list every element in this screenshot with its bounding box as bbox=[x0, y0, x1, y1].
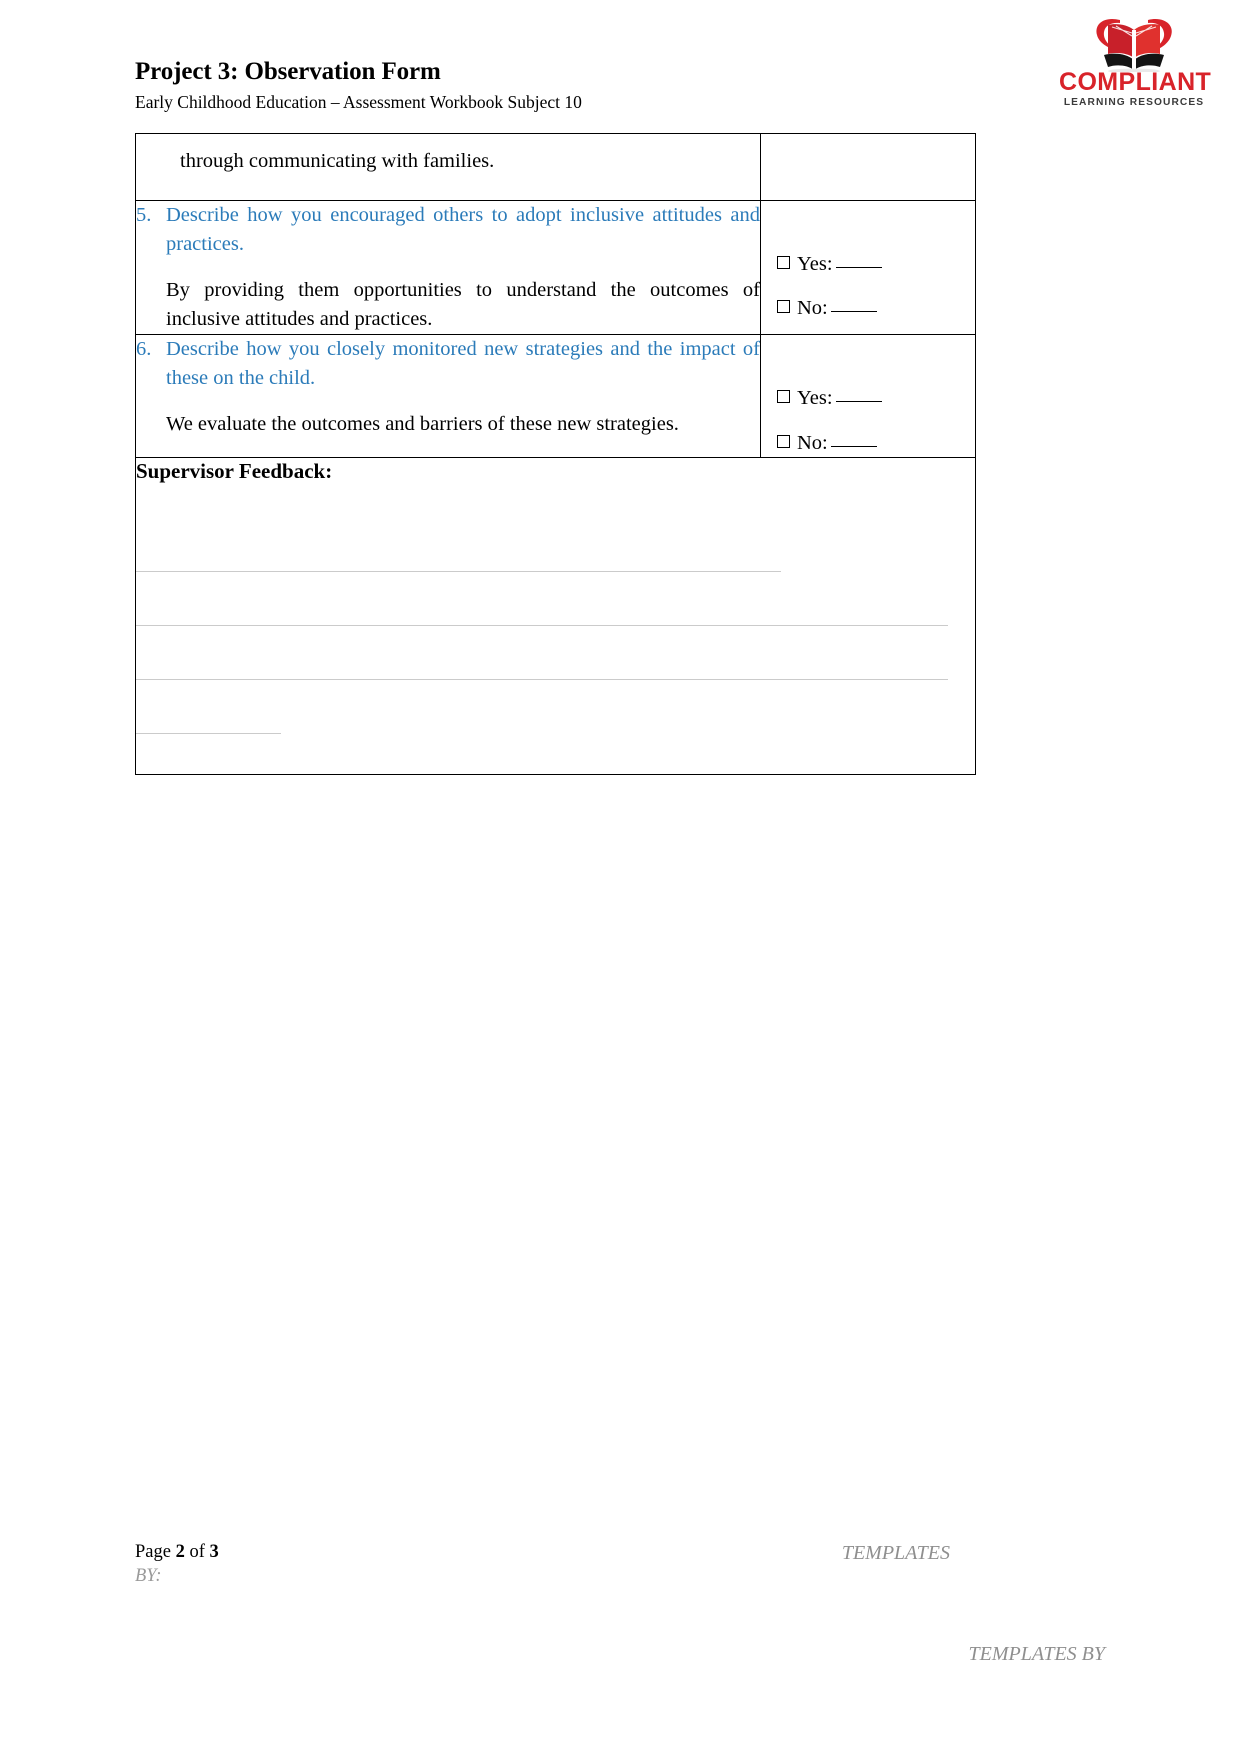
feedback-write-line[interactable] bbox=[136, 518, 781, 572]
checkbox-blank-line-yes[interactable] bbox=[835, 255, 882, 268]
checkbox-icon[interactable] bbox=[777, 300, 790, 314]
checkbox-label-no: No: bbox=[797, 297, 828, 320]
checkbox-label-no: No: bbox=[797, 431, 828, 454]
supervisor-feedback-lines bbox=[136, 518, 975, 734]
checkbox-option-yes-5[interactable]: Yes: bbox=[777, 251, 975, 279]
question-number-5: 5. bbox=[136, 203, 152, 226]
feedback-write-line[interactable] bbox=[136, 572, 948, 626]
checkbox-cell-6: Yes: No: bbox=[760, 334, 976, 459]
checkbox-group-5: Yes: No: bbox=[761, 201, 975, 323]
checkbox-label-yes: Yes: bbox=[797, 387, 833, 410]
logo-wordmark: COMPLIANT bbox=[1059, 68, 1212, 96]
logo-tagline: LEARNING RESOURCES bbox=[1063, 97, 1205, 108]
page-header: Project 3: Observation Form Early Childh… bbox=[0, 0, 1241, 125]
footer-by-label: BY: bbox=[135, 1566, 162, 1586]
checkbox-icon[interactable] bbox=[777, 390, 790, 404]
checkbox-cell-5: Yes: No: bbox=[760, 199, 976, 336]
checkbox-option-no-6[interactable]: No: bbox=[777, 430, 975, 458]
table-row-continuation: through communicating with families. bbox=[135, 133, 976, 201]
question-cell-6: 6. Describe how you closely monitored ne… bbox=[135, 334, 761, 459]
continuation-cell: through communicating with families. bbox=[135, 133, 761, 201]
checkbox-blank-line-no[interactable] bbox=[830, 434, 877, 447]
table-row-supervisor-feedback: Supervisor Feedback: bbox=[135, 457, 976, 776]
footer-templates-label: TEMPLATES bbox=[841, 1542, 950, 1564]
page-current: 2 bbox=[175, 1542, 185, 1562]
checkbox-icon[interactable] bbox=[777, 434, 790, 448]
page-total: 3 bbox=[209, 1542, 219, 1562]
page-subtitle: Early Childhood Education – Assessment W… bbox=[135, 91, 582, 112]
feedback-write-line[interactable] bbox=[136, 626, 948, 680]
checkbox-group-6: Yes: No: bbox=[761, 335, 975, 457]
feedback-write-line[interactable] bbox=[136, 680, 281, 734]
page-footer: Page 2 of 3 BY: TEMPLATES bbox=[135, 1540, 1105, 1600]
question-text-6: Describe how you closely monitored new s… bbox=[166, 338, 760, 390]
header-text-block: Project 3: Observation Form Early Childh… bbox=[135, 58, 582, 114]
page-label: Page bbox=[135, 1542, 171, 1562]
page-title: Project 3: Observation Form bbox=[135, 58, 441, 85]
continuation-text: through communicating with families. bbox=[180, 150, 495, 172]
supervisor-feedback-cell[interactable]: Supervisor Feedback: bbox=[135, 457, 976, 776]
question-block-5: 5. Describe how you encouraged others to… bbox=[136, 201, 760, 259]
table-row: 5. Describe how you encouraged others to… bbox=[135, 199, 976, 336]
page-of-label: of bbox=[189, 1542, 205, 1562]
checkbox-icon[interactable] bbox=[777, 255, 790, 269]
question-text-5: Describe how you encouraged others to ad… bbox=[166, 203, 760, 255]
checkbox-blank-line-yes[interactable] bbox=[835, 389, 882, 403]
answer-text-5[interactable]: By providing them opportunities to under… bbox=[166, 276, 760, 334]
open-book-logo-icon bbox=[1059, 14, 1209, 72]
answer-text-6[interactable]: We evaluate the outcomes and barriers of… bbox=[166, 410, 760, 439]
continuation-check-cell bbox=[760, 133, 976, 201]
question-number-6: 6. bbox=[136, 338, 152, 361]
checkbox-option-yes-6[interactable]: Yes: bbox=[777, 385, 975, 413]
checkbox-blank-line-no[interactable] bbox=[830, 299, 877, 313]
table-row: 6. Describe how you closely monitored ne… bbox=[135, 334, 976, 459]
footer-templates-by-label: TEMPLATES BY bbox=[968, 1643, 1106, 1665]
page-number-indicator: Page 2 of 3 bbox=[135, 1540, 219, 1564]
observation-form-table: through communicating with families. 5. … bbox=[135, 133, 976, 776]
compliant-learning-resources-logo: COMPLIANT LEARNING RESOURCES bbox=[1059, 14, 1212, 108]
question-block-6: 6. Describe how you closely monitored ne… bbox=[136, 335, 760, 393]
question-cell-5: 5. Describe how you encouraged others to… bbox=[135, 199, 761, 336]
document-page: Project 3: Observation Form Early Childh… bbox=[0, 0, 1241, 1754]
supervisor-feedback-title: Supervisor Feedback: bbox=[136, 459, 333, 484]
checkbox-label-yes: Yes: bbox=[797, 252, 833, 275]
checkbox-option-no-5[interactable]: No: bbox=[777, 295, 975, 323]
